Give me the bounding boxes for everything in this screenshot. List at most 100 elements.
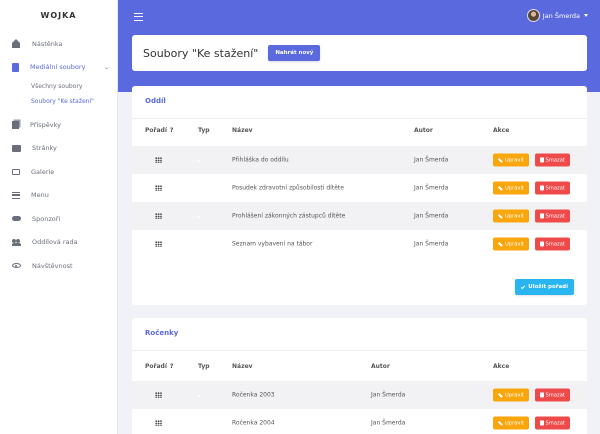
table-row: Posudek zdravotní způsobilosti dítěte Ja… <box>132 174 587 202</box>
handshake-icon <box>12 216 21 222</box>
book-icon <box>12 144 21 152</box>
sidebar-item-label: Galerie <box>31 167 55 176</box>
home-icon <box>12 39 21 49</box>
table-header: Pořadí? Typ Název Autor Akce <box>132 127 587 140</box>
users-icon <box>12 238 21 247</box>
pencil-icon <box>498 185 503 191</box>
sidebar-item-traffic[interactable]: Návštěvnost <box>0 254 117 278</box>
file-author: Jan Šmerda <box>414 212 449 220</box>
file-author: Jan Šmerda <box>414 156 449 164</box>
file-name: Ročenka 2003 <box>232 391 275 399</box>
trash-icon <box>540 213 544 219</box>
trash-icon <box>540 241 544 247</box>
sidebar-item-council[interactable]: Oddílová rada <box>0 231 117 255</box>
edit-button[interactable]: Upravit <box>493 153 529 167</box>
trash-icon <box>540 420 544 426</box>
drag-handle-icon[interactable] <box>155 241 162 247</box>
delete-button[interactable]: Smazat <box>535 237 570 251</box>
table-header: Pořadí? Typ Název Autor Akce <box>132 363 587 376</box>
sidebar-nav: Nástěnka Mediální soubory ⌄ Všechny soub… <box>0 32 117 278</box>
column-header-type: Typ <box>198 127 210 134</box>
delete-button[interactable]: Smazat <box>535 416 570 430</box>
drag-handle-icon[interactable] <box>155 420 162 426</box>
page-header: Soubory "Ke stažení" Nahrát nový <box>132 35 587 71</box>
drag-handle-icon[interactable] <box>155 213 162 219</box>
drag-handle-icon[interactable] <box>155 392 162 398</box>
drag-handle-icon[interactable] <box>155 157 162 163</box>
edit-button[interactable]: Upravit <box>493 181 529 195</box>
pencil-icon <box>498 420 503 426</box>
file-icon <box>12 62 19 72</box>
file-author: Jan Šmerda <box>414 184 449 192</box>
sidebar-item-label: Mediální soubory <box>30 63 86 72</box>
sidebar-item-gallery[interactable]: Galerie <box>0 160 117 184</box>
file-name: Posudek zdravotní způsobilosti dítěte <box>232 184 344 192</box>
hamburger-menu-icon[interactable] <box>134 13 143 21</box>
sidebar-item-pages[interactable]: Stránky <box>0 137 117 161</box>
sidebar-item-menu[interactable]: Menu <box>0 184 117 208</box>
sidebar-item-label: Příspěvky <box>30 120 62 129</box>
divider <box>132 118 587 119</box>
file-name: Seznam vybavení na tábor <box>232 240 313 248</box>
column-header-author: Autor <box>371 363 390 370</box>
delete-button[interactable]: Smazat <box>535 388 570 402</box>
file-name: Ročenka 2004 <box>232 419 275 427</box>
file-author: Jan Šmerda <box>371 419 406 427</box>
sidebar-subitem-downloads[interactable]: Soubory "Ke stažení" <box>0 94 117 109</box>
chevron-down-icon: ⌄ <box>103 63 109 71</box>
edit-button[interactable]: Upravit <box>493 388 529 402</box>
table-row: Prohlášení zákonných zástupců dítěte Jan… <box>132 202 587 230</box>
sidebar-item-sponsors[interactable]: Sponzoři <box>0 207 117 231</box>
sidebar-item-media[interactable]: Mediální soubory ⌄ <box>0 56 117 80</box>
page-title: Soubory "Ke stažení" <box>143 46 259 60</box>
column-header-order: Pořadí? <box>145 127 174 134</box>
column-header-name: Název <box>232 363 253 370</box>
section-card-rocenky: Ročenky Pořadí? Typ Název Autor Akce Roč… <box>132 318 587 434</box>
pencil-icon <box>498 157 503 163</box>
table-row: Přihláška do oddílu Jan Šmerda Upravit S… <box>132 146 587 174</box>
section-card-oddil: Oddíl Pořadí? Typ Název Autor Akce Přihl… <box>132 86 587 305</box>
divider <box>132 350 587 351</box>
sidebar-item-posts[interactable]: Příspěvky <box>0 113 117 137</box>
section-title: Oddíl <box>145 97 166 105</box>
bars-icon <box>12 191 20 199</box>
column-header-type: Typ <box>198 363 210 370</box>
file-name: Přihláška do oddílu <box>232 156 289 164</box>
delete-button[interactable]: Smazat <box>535 153 570 167</box>
user-menu[interactable]: Jan Šmerda <box>526 9 588 22</box>
file-author: Jan Šmerda <box>371 391 406 399</box>
sidebar-item-label: Návštěvnost <box>32 261 73 270</box>
drag-handle-icon[interactable] <box>155 185 162 191</box>
eye-icon <box>12 263 21 269</box>
column-header-name: Název <box>232 127 253 134</box>
copy-icon <box>12 120 19 129</box>
save-order-button[interactable]: Uložit pořadí <box>515 279 574 295</box>
help-icon[interactable]: ? <box>170 363 173 370</box>
edit-button[interactable]: Upravit <box>493 416 529 430</box>
sidebar-item-label: Sponzoři <box>32 214 61 223</box>
edit-button[interactable]: Upravit <box>493 237 529 251</box>
file-author: Jan Šmerda <box>414 240 449 248</box>
app-logo[interactable]: WOJKA <box>0 0 117 31</box>
user-name: Jan Šmerda <box>542 11 580 20</box>
section-title: Ročenky <box>145 329 179 337</box>
sidebar: WOJKA Nástěnka Mediální soubory ⌄ Všechn… <box>0 0 118 434</box>
sidebar-item-label: Menu <box>31 191 49 200</box>
sidebar-item-nastenka[interactable]: Nástěnka <box>0 32 117 56</box>
check-icon <box>521 284 526 289</box>
upload-new-button[interactable]: Nahrát nový <box>268 45 321 61</box>
caret-down-icon <box>584 14 588 17</box>
delete-button[interactable]: Smazat <box>535 209 570 223</box>
column-header-order: Pořadí? <box>145 363 174 370</box>
edit-button[interactable]: Upravit <box>493 209 529 223</box>
pencil-icon <box>498 213 503 219</box>
delete-button[interactable]: Smazat <box>535 181 570 195</box>
pencil-icon <box>498 241 503 247</box>
pencil-icon <box>498 392 503 398</box>
column-header-actions: Akce <box>493 363 510 370</box>
trash-icon <box>540 185 544 191</box>
sidebar-subitem-all-files[interactable]: Všechny soubory <box>0 79 117 94</box>
help-icon[interactable]: ? <box>170 127 173 134</box>
avatar <box>526 9 540 22</box>
sidebar-item-label: Stránky <box>32 144 57 153</box>
